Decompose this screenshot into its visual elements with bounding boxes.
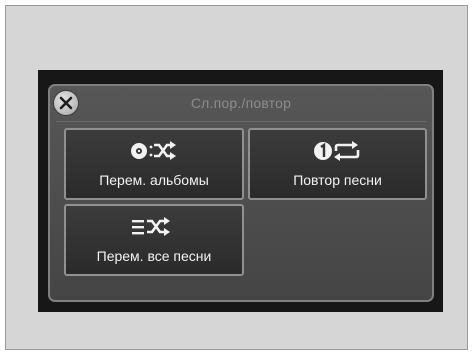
shuffle-repeat-dialog: Сл.пор./повтор Перем. альбомы Повтор пес…: [48, 84, 434, 302]
disc-shuffle-icon: [66, 140, 242, 164]
shuffle-all-songs-button[interactable]: Перем. все песни: [64, 204, 244, 276]
shuffle-albums-label: Перем. альбомы: [99, 172, 209, 188]
figure-frame: Сл.пор./повтор Перем. альбомы Повтор пес…: [5, 5, 468, 350]
repeat-song-label: Повтор песни: [293, 172, 382, 188]
display-screen: Сл.пор./повтор Перем. альбомы Повтор пес…: [38, 70, 443, 312]
shuffle-albums-button[interactable]: Перем. альбомы: [64, 128, 244, 200]
title-divider: [56, 121, 426, 122]
repeat-one-icon: [250, 140, 425, 164]
list-shuffle-icon: [66, 216, 242, 240]
dialog-title: Сл.пор./повтор: [190, 95, 292, 111]
shuffle-all-songs-label: Перем. все песни: [96, 248, 212, 264]
repeat-song-button[interactable]: Повтор песни: [248, 128, 427, 200]
